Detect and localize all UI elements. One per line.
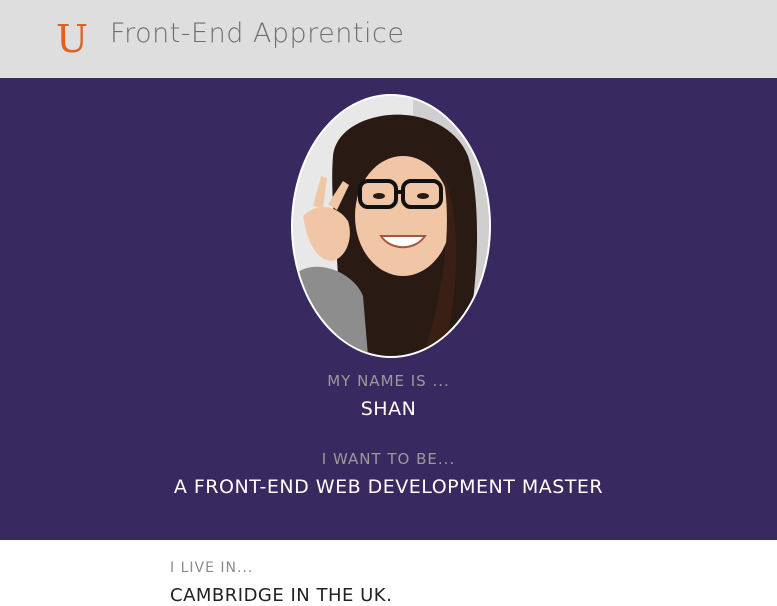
udacity-logo[interactable]: U [56, 16, 88, 62]
goal-value: A Front-End Web Development Master [173, 476, 604, 498]
name-label: My name is ... [327, 372, 450, 390]
page-title: Front-End Apprentice [110, 18, 405, 49]
about-section: I live in... Cambridge in the UK. [0, 540, 777, 606]
site-header: U Front-End Apprentice [0, 0, 777, 78]
name-value: Shan [360, 398, 417, 420]
profile-photo [291, 94, 491, 358]
location-label: I live in... [170, 560, 254, 576]
profile-hero: My name is ... Shan I want to be... A Fr… [0, 78, 777, 540]
goal-label: I want to be... [321, 450, 456, 468]
